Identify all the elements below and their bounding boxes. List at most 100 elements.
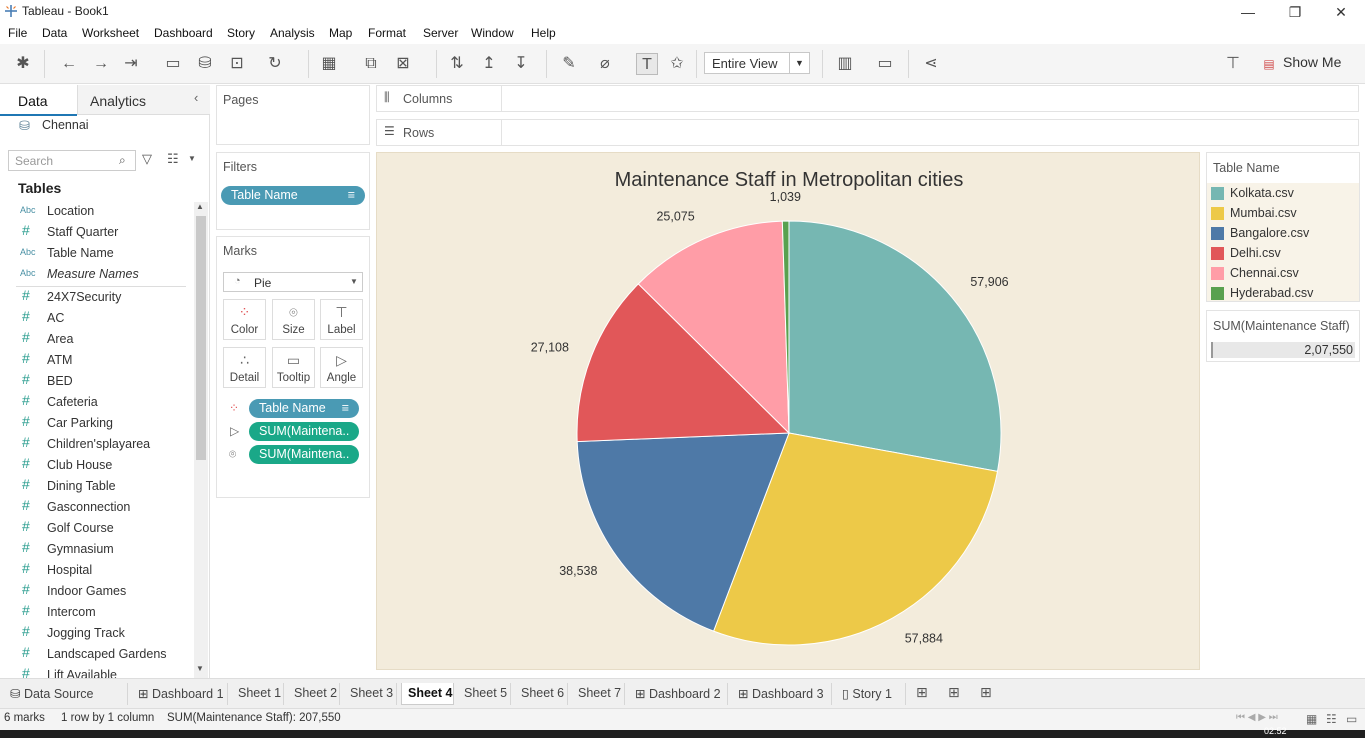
minimize-button[interactable]: — (1228, 2, 1268, 22)
field-location[interactable]: Abc Location (0, 202, 190, 223)
size-legend[interactable]: SUM(Maintenance Staff) 2,07,550 (1206, 310, 1360, 362)
datasource-name[interactable]: Chennai (42, 118, 89, 132)
format-painter-icon[interactable]: ⊤ (1222, 53, 1244, 75)
pages-card[interactable]: Pages (216, 85, 370, 145)
share-icon[interactable]: ⋖ (920, 53, 942, 75)
collapse-pane-icon[interactable]: ‹ (194, 90, 198, 105)
field-measure[interactable]: # ATM (0, 350, 190, 372)
search-input[interactable]: Search ⌕ (8, 150, 136, 171)
scroll-down-icon[interactable]: ▼ (196, 664, 204, 673)
swap-icon[interactable]: ⇅ (446, 53, 468, 75)
marks-pill-size[interactable]: SUM(Maintena.. (249, 445, 359, 464)
filters-card[interactable]: Filters Table Name ≡ (216, 152, 370, 230)
clear-sheet-icon[interactable]: ⊠ (392, 53, 414, 75)
sort-descending-icon[interactable]: ↧ (510, 53, 532, 75)
sheet-tab[interactable]: Sheet 2 (288, 683, 340, 705)
field-measure-names[interactable]: Abc Measure Names (0, 265, 190, 286)
scroll-up-icon[interactable]: ▲ (196, 202, 204, 211)
show-mark-labels-icon[interactable]: T (636, 53, 658, 75)
mark-type-select[interactable]: ◔ Pie ▼ (223, 272, 363, 292)
menu-data[interactable]: Data (42, 26, 67, 40)
sheet-tab[interactable]: Sheet 1 (232, 683, 284, 705)
field-measure[interactable]: # Club House (0, 455, 190, 477)
replay-icon[interactable]: ⇥ (120, 53, 142, 75)
close-button[interactable]: ✕ (1321, 2, 1361, 22)
new-story-icon[interactable]: ⊞ (980, 684, 992, 701)
grid-view-icon[interactable]: ▦ (1306, 712, 1317, 726)
new-worksheet-icon[interactable]: ▦ (318, 53, 340, 75)
field-measure[interactable]: # Indoor Games (0, 581, 190, 603)
menu-story[interactable]: Story (227, 26, 255, 40)
duplicate-icon[interactable]: ⧉ (360, 53, 382, 75)
fix-axes-icon[interactable]: ✩ (666, 53, 688, 75)
field-measure[interactable]: # Lift Available (0, 665, 190, 678)
sheet-tab[interactable]: Sheet 5 (458, 683, 511, 705)
pie-chart[interactable]: Maintenance Staff in Metropolitan cities… (377, 153, 1201, 671)
menu-format[interactable]: Format (368, 26, 406, 40)
marks-card[interactable]: Marks ◔ Pie ▼ ⁘ Color ⌾ Size ⊤ Label ∴ Detai… (216, 236, 370, 498)
chevron-down-icon[interactable]: ▼ (789, 53, 809, 73)
menu-window[interactable]: Window (471, 26, 514, 40)
menu-server[interactable]: Server (423, 26, 458, 40)
fit-view-select[interactable]: Entire View ▼ (704, 52, 810, 74)
filter-fields-icon[interactable]: ▽ (142, 151, 152, 167)
tableau-home-icon[interactable]: ✱ (12, 53, 34, 75)
color-legend[interactable]: Table Name Kolkata.csv Mumbai.csv Bangalor… (1206, 152, 1360, 302)
field-table-name[interactable]: Abc Table Name (0, 244, 190, 265)
new-worksheet-icon[interactable]: ⊞ (916, 684, 928, 701)
sheet-tab[interactable]: Sheet 3 (344, 683, 397, 705)
field-staff-quarter[interactable]: # Staff Quarter (0, 222, 190, 244)
field-measure[interactable]: # Car Parking (0, 413, 190, 435)
view-canvas[interactable]: Maintenance Staff in Metropolitan cities… (376, 152, 1200, 670)
sheet-tab[interactable]: Sheet 6 (515, 683, 568, 705)
field-measure[interactable]: #24X7Security (0, 287, 190, 309)
sort-ascending-icon[interactable]: ↥ (478, 53, 500, 75)
marks-pill-angle[interactable]: SUM(Maintena.. (249, 422, 359, 441)
marks-pill-table-name[interactable]: Table Name ≡ (249, 399, 359, 418)
sheet-tab[interactable]: Sheet 4 (401, 683, 454, 705)
filter-pill-table-name[interactable]: Table Name ≡ (221, 186, 365, 205)
menu-map[interactable]: Map (329, 26, 352, 40)
field-measure[interactable]: # AC (0, 308, 190, 330)
menu-worksheet[interactable]: Worksheet (82, 26, 139, 40)
view-options-icon[interactable]: ☷ (167, 151, 179, 167)
sheet-tab[interactable]: ⊞ Dashboard 1 (132, 683, 228, 705)
show-me-icon[interactable]: ▤ (1258, 53, 1280, 75)
refresh-icon[interactable]: ↻ (264, 53, 286, 75)
menu-help[interactable]: Help (531, 26, 556, 40)
angle-button[interactable]: ▷ Angle (320, 347, 363, 388)
redo-icon[interactable]: → (90, 53, 112, 75)
tabs-view-icon[interactable]: ▭ (1346, 712, 1357, 726)
chevron-down-icon[interactable]: ▼ (350, 277, 358, 286)
presentation-mode-icon[interactable]: ▭ (874, 53, 896, 75)
field-measure[interactable]: # BED (0, 371, 190, 393)
detail-button[interactable]: ∴ Detail (223, 347, 266, 388)
sheet-tab[interactable]: ▯ Story 1 (836, 683, 906, 705)
scrollbar-thumb[interactable] (196, 216, 206, 460)
field-measure[interactable]: # Gasconnection (0, 497, 190, 519)
tooltip-button[interactable]: ▭ Tooltip (272, 347, 315, 388)
tab-data[interactable]: Data (18, 88, 48, 114)
field-measure[interactable]: # Intercom (0, 602, 190, 624)
field-measure[interactable]: # Cafeteria (0, 392, 190, 414)
menu-file[interactable]: File (8, 26, 27, 40)
size-button[interactable]: ⌾ Size (272, 299, 315, 340)
tab-navigation-icon[interactable]: ⏮ ◀ ▶ ⏭ (1236, 712, 1278, 723)
pie-slice[interactable] (788, 220, 1002, 472)
new-dashboard-icon[interactable]: ⊞ (948, 684, 960, 701)
field-measure[interactable]: # Golf Course (0, 518, 190, 540)
new-datasource-icon[interactable]: ⛁ (194, 53, 216, 75)
field-measure[interactable]: # Dining Table (0, 476, 190, 498)
show-me-button[interactable]: Show Me (1283, 54, 1341, 70)
sheet-tab[interactable]: ⊞ Dashboard 3 (732, 683, 832, 705)
sheet-tab[interactable]: ⊞ Dashboard 2 (629, 683, 728, 705)
columns-shelf[interactable]: ⫼ Columns (376, 85, 1359, 112)
sheet-tab[interactable]: ⛁ Data Source (0, 683, 128, 705)
field-measure[interactable]: # Area (0, 329, 190, 351)
label-button[interactable]: ⊤ Label (320, 299, 363, 340)
sheet-tab[interactable]: Sheet 7 (572, 683, 625, 705)
field-measure[interactable]: # Jogging Track (0, 623, 190, 645)
show-cards-icon[interactable]: ▥ (834, 53, 856, 75)
restore-button[interactable]: ❐ (1275, 2, 1315, 22)
highlight-icon[interactable]: ✎ (558, 53, 580, 75)
